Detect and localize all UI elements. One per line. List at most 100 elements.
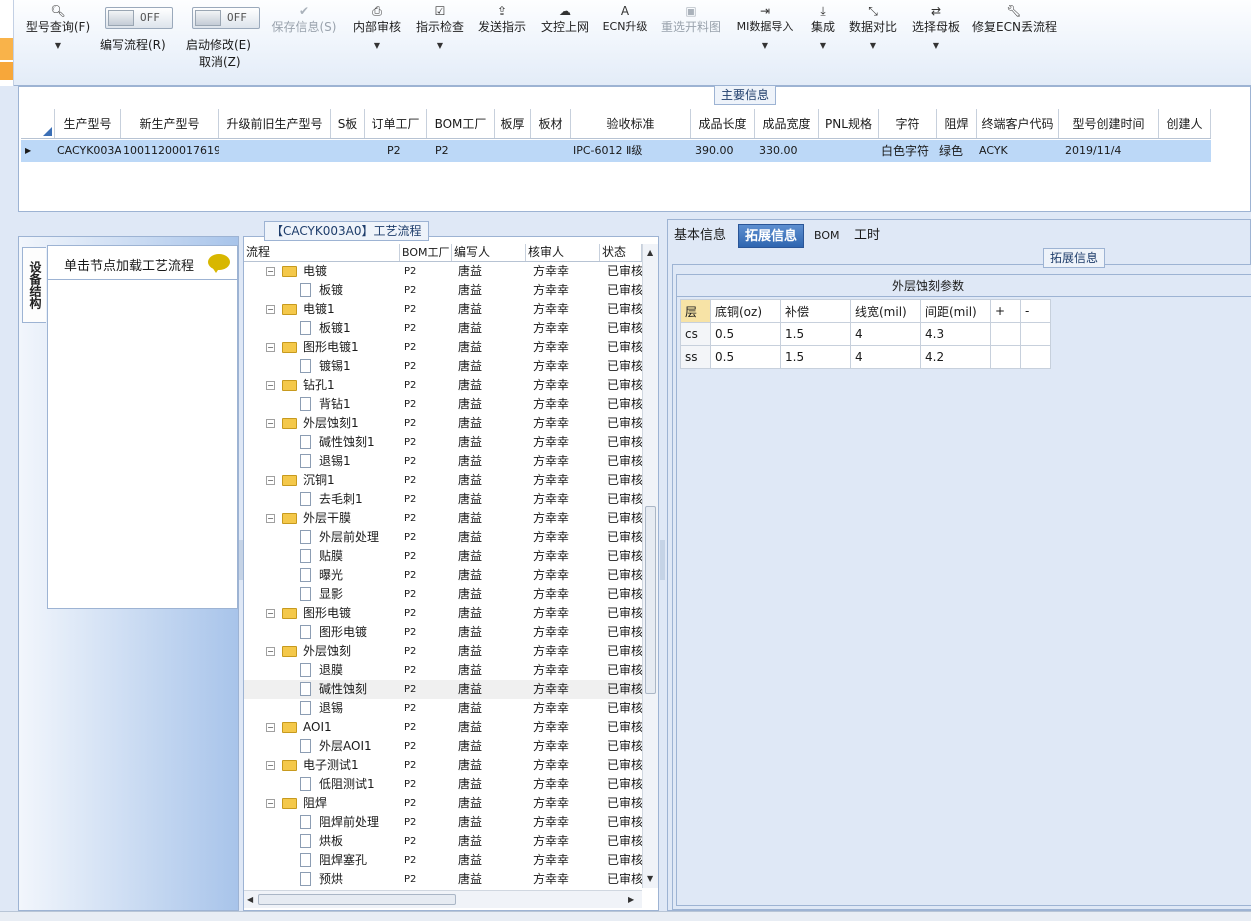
mi-import-button[interactable]: ⇥ MI数据导入 ▼	[733, 3, 797, 51]
col-header[interactable]: 补偿	[780, 299, 851, 323]
tab-bom[interactable]: BOM	[808, 224, 846, 248]
cell[interactable]: 0.5	[710, 345, 781, 369]
tree-row[interactable]: − 外层干膜 P2 唐益 方幸幸 已审核	[244, 509, 642, 528]
tree-row[interactable]: 外层前处理 P2 唐益 方幸幸 已审核	[244, 528, 642, 547]
col-header[interactable]: 订单工厂	[365, 109, 427, 138]
col-header[interactable]: 创建人	[1159, 109, 1211, 138]
col-header[interactable]: 板厚	[495, 109, 531, 138]
add-row-button[interactable]: +	[990, 299, 1021, 323]
col-header[interactable]: 流程	[244, 244, 400, 261]
col-header[interactable]: 成品长度	[691, 109, 755, 138]
tab-equipment-structure[interactable]: 设备结构	[22, 247, 46, 323]
tree-row[interactable]: 贴膜 P2 唐益 方幸幸 已审核	[244, 547, 642, 566]
scroll-down-icon[interactable]: ▼	[647, 874, 653, 883]
cell[interactable]	[1020, 345, 1051, 369]
col-header[interactable]: 终端客户代码	[977, 109, 1059, 138]
tree-row[interactable]: 碱性蚀刻1 P2 唐益 方幸幸 已审核	[244, 433, 642, 452]
collapse-icon[interactable]: −	[266, 476, 275, 485]
reselect-button[interactable]: ▣ 重选开料图	[659, 3, 723, 35]
table-row[interactable]: ▶ CACYK003A0 10011200017619 P2 P2 IPC-60…	[21, 140, 1211, 162]
table-row[interactable]: ss 0.5 1.5 4 4.2	[680, 345, 1051, 369]
collapse-icon[interactable]: −	[266, 381, 275, 390]
tree-row[interactable]: 去毛刺1 P2 唐益 方幸幸 已审核	[244, 490, 642, 509]
tab-basic-info[interactable]: 基本信息	[668, 224, 732, 248]
start-modify-toggle[interactable]: OFF	[192, 7, 260, 29]
write-flow-toggle[interactable]: OFF	[105, 7, 173, 29]
tree-row[interactable]: 退锡1 P2 唐益 方幸幸 已审核	[244, 452, 642, 471]
col-header[interactable]: S板	[331, 109, 365, 138]
tree-row[interactable]: 镀锡1 P2 唐益 方幸幸 已审核	[244, 357, 642, 376]
repair-ecn-button[interactable]: 🔧︎ 修复ECN丢流程	[972, 3, 1057, 35]
collapse-icon[interactable]: −	[266, 609, 275, 618]
cell[interactable]: 4.3	[920, 322, 991, 346]
tree-row[interactable]: − 外层蚀刻 P2 唐益 方幸幸 已审核	[244, 642, 642, 661]
collapse-icon[interactable]: −	[266, 647, 275, 656]
tree-row[interactable]: 低阻测试1 P2 唐益 方幸幸 已审核	[244, 775, 642, 794]
collapse-icon[interactable]: −	[266, 419, 275, 428]
cell[interactable]: 1.5	[780, 345, 851, 369]
tree-row[interactable]: 背钻1 P2 唐益 方幸幸 已审核	[244, 395, 642, 414]
tab-work-hours[interactable]: 工时	[848, 224, 886, 248]
col-header[interactable]: 字符	[879, 109, 937, 138]
col-header[interactable]: 升级前旧生产型号	[219, 109, 331, 138]
tab-extended-info[interactable]: 拓展信息	[738, 224, 805, 248]
equipment-tree[interactable]: 单击节点加载工艺流程	[47, 245, 238, 609]
guide-check-button[interactable]: ☑ 指示检查 ▼	[413, 3, 467, 51]
col-header[interactable]: 核审人	[526, 244, 600, 261]
tree-row[interactable]: 显影 P2 唐益 方幸幸 已审核	[244, 585, 642, 604]
tree-row[interactable]: − 外层蚀刻1 P2 唐益 方幸幸 已审核	[244, 414, 642, 433]
col-header[interactable]: BOM工厂	[427, 109, 495, 138]
col-header[interactable]: 新生产型号	[121, 109, 219, 138]
internal-review-button[interactable]: ⎙ 内部审核 ▼	[350, 3, 404, 51]
col-header[interactable]: 状态	[600, 244, 642, 261]
horizontal-scrollbar[interactable]: ◀ ▶	[244, 890, 642, 908]
tree-row[interactable]: − 阻焊 P2 唐益 方幸幸 已审核	[244, 794, 642, 813]
scroll-right-icon[interactable]: ▶	[628, 895, 634, 904]
splitter-handle[interactable]	[239, 540, 243, 580]
tree-row[interactable]: − 电子测试1 P2 唐益 方幸幸 已审核	[244, 756, 642, 775]
col-header[interactable]: 线宽(mil)	[850, 299, 921, 323]
scroll-thumb[interactable]	[258, 894, 456, 905]
tree-row[interactable]: 退膜 P2 唐益 方幸幸 已审核	[244, 661, 642, 680]
tree-row[interactable]: 碱性蚀刻 P2 唐益 方幸幸 已审核	[244, 680, 642, 699]
vertical-scrollbar[interactable]: ▲ ▼	[642, 244, 658, 888]
send-guide-button[interactable]: ⇪ 发送指示	[475, 3, 529, 35]
splitter-handle[interactable]	[660, 540, 665, 580]
scroll-thumb[interactable]	[645, 506, 656, 694]
data-compare-button[interactable]: ⤡ 数据对比 ▼	[846, 3, 900, 51]
cell[interactable]: 0.5	[710, 322, 781, 346]
col-header[interactable]: 底铜(oz)	[710, 299, 781, 323]
cell[interactable]	[990, 322, 1021, 346]
col-header[interactable]: 验收标准	[571, 109, 691, 138]
cell[interactable]	[990, 345, 1021, 369]
col-header[interactable]: 编写人	[452, 244, 526, 261]
collapse-icon[interactable]: −	[266, 305, 275, 314]
collapse-icon[interactable]: −	[266, 514, 275, 523]
col-header[interactable]: 板材	[531, 109, 571, 138]
tree-row[interactable]: − 电镀 P2 唐益 方幸幸 已审核	[244, 262, 642, 281]
ecn-upgrade-button[interactable]: A ECN升级	[600, 3, 650, 35]
tree-row[interactable]: 退锡 P2 唐益 方幸幸 已审核	[244, 699, 642, 718]
col-header[interactable]: 阻焊	[937, 109, 977, 138]
col-header[interactable]: 生产型号	[55, 109, 121, 138]
cancel-button[interactable]: 取消(Z)	[199, 53, 241, 70]
collapse-icon[interactable]: −	[266, 343, 275, 352]
collapse-icon[interactable]: −	[266, 799, 275, 808]
collapse-icon[interactable]: −	[266, 761, 275, 770]
col-header[interactable]: PNL规格	[819, 109, 879, 138]
col-header[interactable]: BOM工厂	[400, 244, 452, 261]
table-row[interactable]: cs 0.5 1.5 4 4.3	[680, 322, 1051, 346]
col-header[interactable]: 成品宽度	[755, 109, 819, 138]
tree-row[interactable]: 板镀1 P2 唐益 方幸幸 已审核	[244, 319, 642, 338]
col-header[interactable]: 层	[680, 299, 711, 323]
tree-row[interactable]: 曝光 P2 唐益 方幸幸 已审核	[244, 566, 642, 585]
tree-row[interactable]: 板镀 P2 唐益 方幸幸 已审核	[244, 281, 642, 300]
select-master-button[interactable]: ⇄ 选择母板 ▼	[909, 3, 963, 51]
collapse-icon[interactable]: −	[266, 267, 275, 276]
tree-row[interactable]: 阻焊塞孔 P2 唐益 方幸幸 已审核	[244, 851, 642, 870]
tree-row[interactable]: − 沉铜1 P2 唐益 方幸幸 已审核	[244, 471, 642, 490]
tree-row[interactable]: − 钻孔1 P2 唐益 方幸幸 已审核	[244, 376, 642, 395]
remove-row-button[interactable]: -	[1020, 299, 1051, 323]
cell[interactable]: 4	[850, 322, 921, 346]
tree-row[interactable]: 烘板 P2 唐益 方幸幸 已审核	[244, 832, 642, 851]
